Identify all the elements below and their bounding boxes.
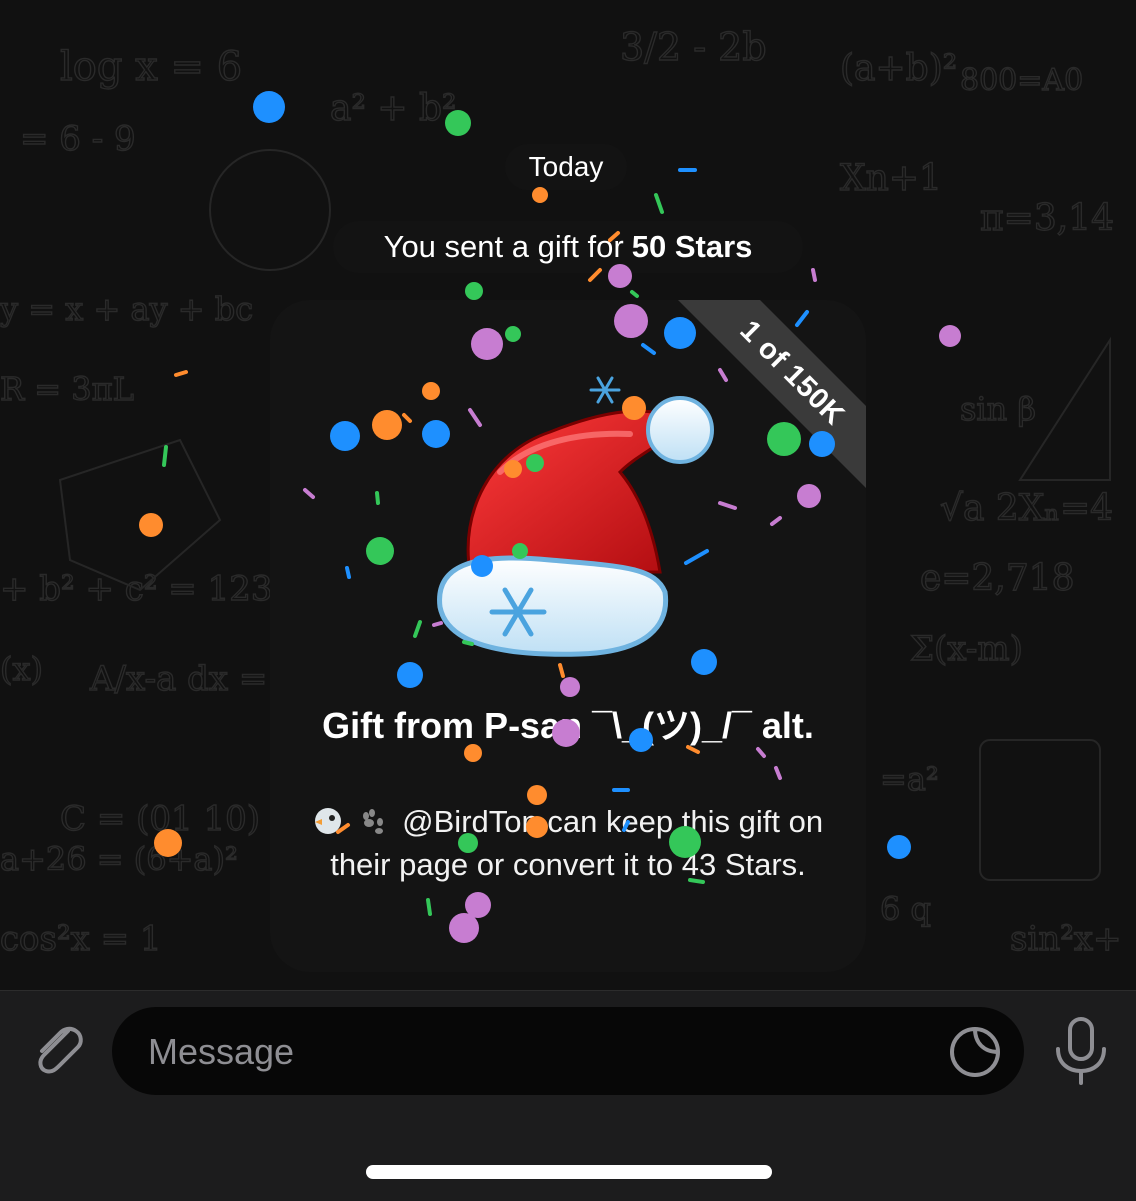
svg-text:800=A0: 800=A0 bbox=[960, 63, 1083, 98]
svg-text:(a+b)²: (a+b)² bbox=[840, 48, 957, 89]
service-message-amount: 50 Stars bbox=[631, 229, 753, 264]
gift-description-text: @BirdTon can keep this gift on their pag… bbox=[330, 804, 824, 882]
bird-emoji-icon bbox=[314, 808, 341, 834]
sticker-icon[interactable] bbox=[948, 1025, 1002, 1079]
svg-text:log x = 6: log x = 6 bbox=[60, 44, 242, 90]
svg-text:6 q: 6 q bbox=[880, 890, 931, 928]
svg-text:sin β: sin β bbox=[960, 390, 1036, 428]
svg-text:=a²: =a² bbox=[880, 760, 939, 798]
svg-text:R = 3πL: R = 3πL bbox=[0, 370, 134, 408]
composer-bar bbox=[0, 990, 1136, 1201]
gift-card[interactable]: 1 of 150K Gift from P-san ¯\_(ツ)_/¯ alt.… bbox=[270, 300, 866, 972]
gift-title: Gift from P-san ¯\_(ツ)_/¯ alt. bbox=[322, 705, 814, 746]
service-message-prefix: You sent a gift for bbox=[383, 229, 624, 264]
svg-text:y = x + ay + bc: y = x + ay + bc bbox=[0, 290, 253, 328]
svg-text:Σ(x-m): Σ(x-m) bbox=[910, 629, 1023, 669]
home-indicator bbox=[366, 1165, 772, 1179]
svg-text:a+26 = (6+a)²: a+26 = (6+a)² bbox=[0, 840, 238, 878]
svg-text:3/2 - 2b: 3/2 - 2b bbox=[620, 25, 767, 69]
svg-text:cos²x = 1: cos²x = 1 bbox=[0, 919, 162, 959]
paw-prints-emoji-icon bbox=[362, 809, 383, 834]
svg-text:√a 2Xₙ=4: √a 2Xₙ=4 bbox=[940, 488, 1113, 529]
chat-area: log x = 6 = 6 - 9 a² + b² 3/2 - 2b (a+b)… bbox=[0, 0, 1136, 990]
paperclip-icon[interactable] bbox=[26, 1017, 90, 1081]
message-input[interactable] bbox=[146, 1007, 930, 1097]
gift-service-message: You sent a gift for 50 Stars bbox=[333, 221, 803, 273]
svg-text:e=2,718: e=2,718 bbox=[920, 558, 1075, 599]
svg-text:sin²x+: sin²x+ bbox=[1010, 919, 1122, 959]
message-field[interactable] bbox=[112, 1007, 1024, 1097]
santa-hat-image bbox=[437, 376, 714, 657]
date-divider: Today bbox=[505, 144, 627, 190]
svg-text:a² + b²: a² + b² bbox=[330, 88, 456, 129]
microphone-icon[interactable] bbox=[1050, 1015, 1112, 1087]
svg-text:C = (01 10): C = (01 10) bbox=[60, 799, 260, 839]
svg-text:Xn+1: Xn+1 bbox=[840, 158, 942, 199]
svg-text:= 6 - 9: = 6 - 9 bbox=[20, 119, 136, 159]
svg-text:π=3,14: π=3,14 bbox=[980, 198, 1114, 239]
gift-description: @BirdTon can keep this gift on their pag… bbox=[310, 800, 826, 886]
svg-text:(x): (x) bbox=[0, 650, 43, 688]
